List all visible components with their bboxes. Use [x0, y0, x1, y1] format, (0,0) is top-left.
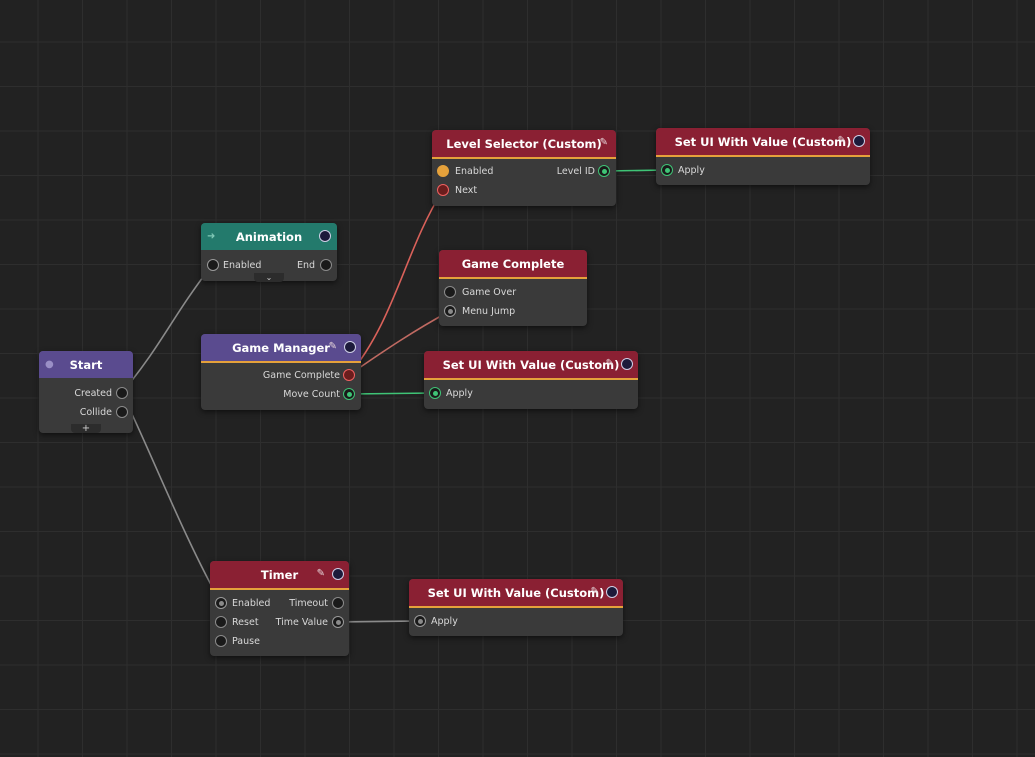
node-set-ui-3-header[interactable]: Set UI With Value (Custom) ✎: [409, 579, 623, 608]
node-set-ui-1-header[interactable]: Set UI With Value (Custom) ✎: [656, 128, 870, 157]
port-timer-enabled[interactable]: [215, 597, 227, 609]
port-level-selector-enabled[interactable]: [437, 165, 449, 177]
port-label-collide: Collide: [79, 407, 112, 418]
node-game-manager[interactable]: Game Manager ✎ Game Complete Move Count: [201, 334, 361, 410]
port-set-ui-1-apply[interactable]: [661, 164, 673, 176]
port-label-level-id: Level ID: [556, 166, 595, 177]
start-play-icon: ●: [45, 359, 54, 370]
circle-options-icon[interactable]: [344, 341, 356, 353]
port-timer-pause[interactable]: [215, 635, 227, 647]
node-start-title: Start: [69, 357, 103, 372]
wire-start-created-to-animation-enabled: [121, 264, 213, 394]
node-set-ui-1[interactable]: Set UI With Value (Custom) ✎ Apply: [656, 128, 870, 185]
node-set-ui-2[interactable]: Set UI With Value (Custom) ✎ Apply: [424, 351, 638, 409]
port-label-enabled: Enabled: [232, 598, 271, 609]
node-start[interactable]: ● Start Created Collide +: [39, 351, 133, 434]
port-label-game-over: Game Over: [462, 287, 517, 298]
node-set-ui-2-header[interactable]: Set UI With Value (Custom) ✎: [424, 351, 638, 380]
port-level-selector-level-id[interactable]: [598, 165, 610, 177]
port-game-complete-menu-jump[interactable]: [444, 305, 456, 317]
node-set-ui-2-title: Set UI With Value (Custom): [442, 357, 620, 372]
node-timer[interactable]: Timer ✎ Enabled Reset Pause Timeout Time…: [210, 561, 349, 656]
circle-options-icon[interactable]: [606, 586, 618, 598]
pencil-icon[interactable]: ✎: [329, 341, 337, 352]
arrow-right-icon: ➜: [207, 231, 216, 242]
port-label-menu-jump: Menu Jump: [462, 306, 516, 317]
port-timer-reset[interactable]: [215, 616, 227, 628]
port-animation-enabled[interactable]: [207, 259, 219, 271]
pencil-icon[interactable]: ✎: [600, 137, 608, 148]
node-game-manager-header[interactable]: Game Manager ✎: [201, 334, 361, 363]
wire-timevalue-to-setui3-apply: [337, 620, 421, 623]
node-game-complete-header[interactable]: Game Complete: [439, 250, 587, 279]
node-level-selector[interactable]: Level Selector (Custom) ✎ Enabled Next L…: [432, 130, 616, 206]
port-set-ui-3-apply[interactable]: [414, 615, 426, 627]
pencil-icon[interactable]: ✎: [606, 358, 614, 369]
start-add-button[interactable]: +: [71, 424, 101, 434]
node-game-complete[interactable]: Game Complete Game Over Menu Jump: [439, 250, 587, 326]
node-start-header[interactable]: ● Start: [39, 351, 133, 378]
node-animation-header[interactable]: ➜ Animation: [201, 223, 337, 250]
port-label-reset: Reset: [232, 617, 259, 628]
pencil-icon[interactable]: ✎: [838, 135, 846, 146]
circle-options-icon[interactable]: [319, 230, 331, 242]
port-game-complete-game-over[interactable]: [444, 286, 456, 298]
port-start-collide[interactable]: [116, 406, 128, 418]
circle-options-icon[interactable]: [621, 358, 633, 370]
pencil-icon[interactable]: ✎: [317, 568, 325, 579]
port-label-apply: Apply: [678, 165, 705, 176]
wire-gamemanager-complete-to-levelselector-next: [348, 189, 444, 376]
node-game-complete-title: Game Complete: [461, 256, 565, 271]
node-animation-title: Animation: [235, 229, 303, 244]
port-label-enabled: Enabled: [223, 260, 262, 271]
node-timer-header[interactable]: Timer ✎: [210, 561, 349, 590]
port-label-created: Created: [74, 388, 112, 399]
port-label-apply: Apply: [446, 388, 473, 399]
port-label-time-value: Time Value: [275, 617, 328, 628]
port-game-manager-move-count[interactable]: [343, 388, 355, 400]
node-animation[interactable]: ➜ Animation Enabled End ⌄: [201, 223, 337, 282]
node-level-selector-title: Level Selector (Custom): [446, 136, 602, 151]
node-timer-title: Timer: [260, 567, 299, 582]
node-game-manager-title: Game Manager: [232, 340, 330, 355]
port-timer-time-value[interactable]: [332, 616, 344, 628]
node-level-selector-header[interactable]: Level Selector (Custom) ✎: [432, 130, 616, 159]
port-level-selector-next[interactable]: [437, 184, 449, 196]
port-start-created[interactable]: [116, 387, 128, 399]
port-label-enabled: Enabled: [455, 166, 494, 177]
port-label-end: End: [296, 260, 315, 271]
node-set-ui-3-title: Set UI With Value (Custom): [427, 585, 605, 600]
port-label-move-count: Move Count: [283, 389, 340, 400]
circle-options-icon[interactable]: [332, 568, 344, 580]
circle-options-icon[interactable]: [853, 135, 865, 147]
node-set-ui-3[interactable]: Set UI With Value (Custom) ✎ Apply: [409, 579, 623, 636]
port-label-pause: Pause: [232, 636, 260, 647]
port-set-ui-2-apply[interactable]: [429, 387, 441, 399]
port-label-next: Next: [455, 185, 478, 196]
node-set-ui-1-title: Set UI With Value (Custom): [674, 134, 852, 149]
wire-movecount-to-setui2-apply: [348, 392, 436, 395]
wire-start-collide-to-timer-enabled: [121, 392, 222, 604]
port-timer-timeout[interactable]: [332, 597, 344, 609]
animation-expand-button[interactable]: ⌄: [254, 273, 284, 282]
port-label-apply: Apply: [431, 616, 458, 627]
port-label-game-complete: Game Complete: [262, 370, 340, 381]
pencil-icon[interactable]: ✎: [591, 586, 599, 597]
port-label-timeout: Timeout: [289, 598, 328, 609]
port-game-manager-complete[interactable]: [343, 369, 355, 381]
port-animation-end[interactable]: [320, 259, 332, 271]
